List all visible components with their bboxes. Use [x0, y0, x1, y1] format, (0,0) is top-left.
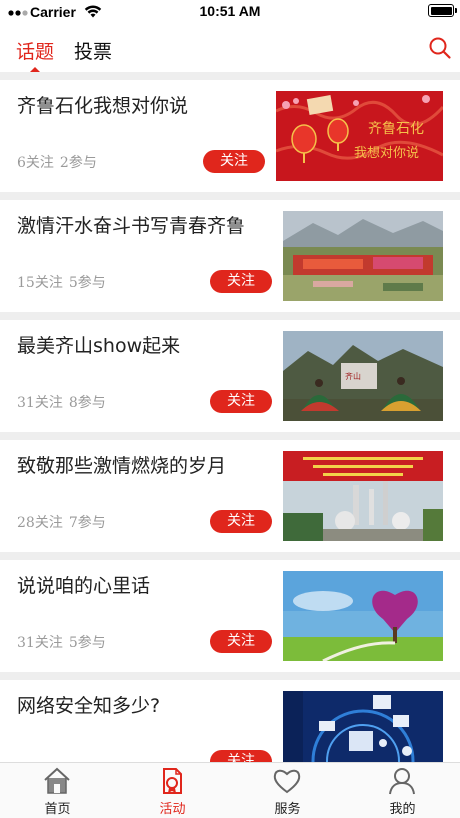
topic-title: 最美齐山show起来 — [17, 335, 181, 357]
home-icon — [44, 767, 70, 794]
follow-button[interactable]: 关注 — [203, 150, 265, 173]
participant-count: 8参与 — [68, 395, 106, 411]
svg-text:齐山: 齐山 — [345, 371, 361, 381]
topic-stats: 28关注 7参与 — [17, 512, 112, 532]
topic-thumbnail: 齐鲁石化 我想对你说 — [276, 91, 443, 181]
tab-service-label: 服务 — [274, 802, 301, 817]
topic-item[interactable]: 激情汗水奋斗书写青春齐鲁 15关注 5参与 关注 — [0, 200, 460, 312]
list-separator — [0, 312, 460, 320]
top-tab-header: 话题 投票 — [0, 24, 460, 72]
topic-thumbnail — [283, 211, 443, 301]
follow-button[interactable]: 关注 — [210, 510, 272, 533]
participant-count: 5参与 — [68, 275, 106, 291]
topic-item[interactable]: 齐鲁石化我想对你说 6关注 2参与 关注 齐鲁石化 我想对你说 — [0, 80, 460, 192]
follow-count: 28关注 — [17, 515, 63, 531]
follow-button[interactable]: 关注 — [210, 750, 272, 762]
topic-title: 齐鲁石化我想对你说 — [17, 95, 189, 117]
list-separator — [0, 552, 460, 560]
topic-item[interactable]: 说说咱的心里话 31关注 5参与 关注 — [0, 560, 460, 672]
follow-button[interactable]: 关注 — [210, 390, 272, 413]
participant-count: 5参与 — [68, 635, 106, 651]
topic-stats: 15关注 5参与 — [17, 272, 112, 292]
follow-count: 31关注 — [17, 635, 63, 651]
topic-thumbnail — [283, 451, 443, 541]
topic-thumbnail: 齐山 — [283, 331, 443, 421]
person-icon — [389, 768, 415, 795]
tab-vote[interactable]: 投票 — [74, 37, 112, 64]
topic-title: 激情汗水奋斗书写青春齐鲁 — [17, 215, 246, 237]
topic-title: 说说咱的心里话 — [17, 575, 151, 597]
topic-thumbnail — [283, 571, 443, 661]
follow-count: 31关注 — [17, 395, 63, 411]
follow-button[interactable]: 关注 — [210, 630, 272, 653]
tab-mine-label: 我的 — [389, 802, 416, 817]
activity-icon — [163, 768, 182, 794]
topic-list[interactable]: 齐鲁石化我想对你说 6关注 2参与 关注 齐鲁石化 我想对你说 激情汗水奋斗书写… — [0, 80, 460, 762]
tab-mine[interactable]: 我的 — [345, 763, 460, 818]
topic-item[interactable]: 最美齐山show起来 31关注 8参与 关注 齐山 — [0, 320, 460, 432]
header-divider — [0, 72, 460, 80]
bottom-tab-bar: 首页 活动 服务 我的 — [0, 762, 460, 818]
tab-home-label: 首页 — [44, 802, 71, 817]
list-separator — [0, 672, 460, 680]
topic-thumbnail — [283, 691, 443, 762]
svg-text:我想对你说: 我想对你说 — [354, 145, 419, 161]
topic-title: 致敬那些激情燃烧的岁月 — [17, 455, 227, 477]
topic-item[interactable]: 致敬那些激情燃烧的岁月 28关注 7参与 关注 — [0, 440, 460, 552]
topic-stats: 6关注 2参与 — [17, 152, 103, 172]
follow-button[interactable]: 关注 — [210, 270, 272, 293]
status-bar: Carrier 10:51 AM — [0, 0, 460, 24]
clock: 10:51 AM — [199, 3, 261, 19]
topic-item[interactable]: 网络安全知多少? 关注 — [0, 680, 460, 762]
topic-stats: 31关注 8参与 — [17, 392, 112, 412]
battery-icon — [428, 4, 457, 17]
tab-activity-label: 活动 — [159, 802, 186, 817]
tab-home[interactable]: 首页 — [0, 763, 115, 818]
list-separator — [0, 432, 460, 440]
participant-count: 2参与 — [59, 155, 97, 171]
svg-text:齐鲁石化: 齐鲁石化 — [368, 121, 424, 137]
tab-activity[interactable]: 活动 — [115, 763, 230, 818]
list-separator — [0, 192, 460, 200]
follow-count: 15关注 — [17, 275, 63, 291]
follow-count: 6关注 — [17, 155, 54, 171]
search-icon — [429, 37, 451, 59]
tab-service[interactable]: 服务 — [230, 763, 345, 818]
heart-icon — [273, 769, 301, 794]
tab-topics[interactable]: 话题 — [16, 37, 54, 64]
search-button[interactable] — [428, 36, 452, 60]
participant-count: 7参与 — [68, 515, 106, 531]
topic-stats: 31关注 5参与 — [17, 632, 112, 652]
topic-title: 网络安全知多少? — [17, 695, 161, 717]
